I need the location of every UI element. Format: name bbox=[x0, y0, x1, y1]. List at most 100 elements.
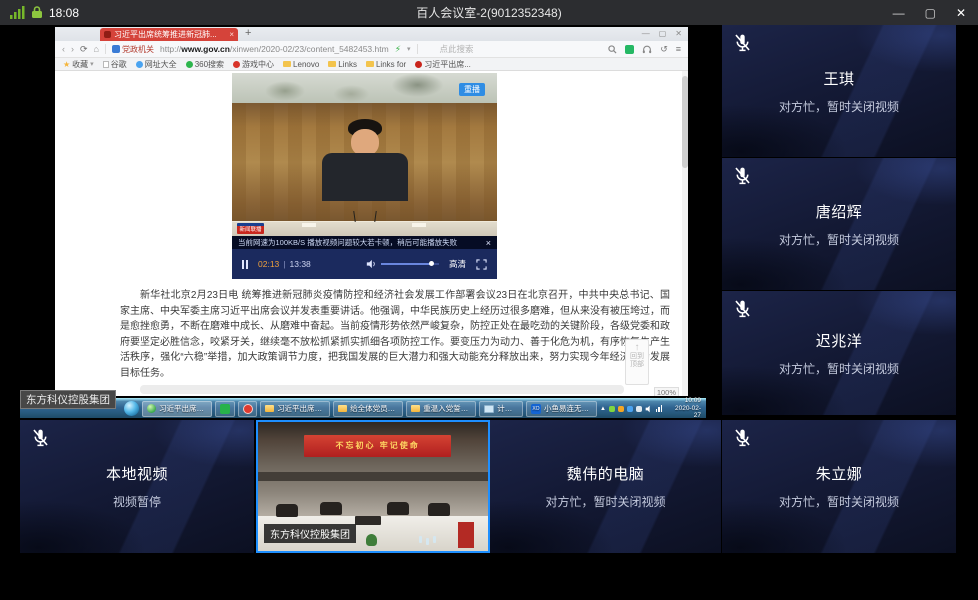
folder-icon bbox=[265, 405, 274, 412]
url-field[interactable]: http://www.gov.cn/xinwen/2020-02/23/cont… bbox=[160, 44, 389, 54]
zoom-indicator: 100% bbox=[654, 387, 679, 396]
tab-close-icon[interactable]: × bbox=[229, 30, 234, 39]
meeting-window: 18:08 百人会议室-2(9012352348) — ▢ ✕ 习近平出席统筹推… bbox=[0, 0, 978, 600]
back-icon[interactable]: ‹ bbox=[62, 44, 65, 54]
playback-time: 02:13 | 13:38 bbox=[258, 259, 311, 269]
browser-close-button[interactable]: ✕ bbox=[675, 27, 682, 40]
quality-button[interactable]: 高清 bbox=[449, 258, 466, 270]
taskbar-xylink-button[interactable]: XO 小鱼易连无线... bbox=[526, 401, 597, 417]
participant-name: 王琪 bbox=[823, 68, 854, 89]
tray-icon[interactable] bbox=[636, 406, 642, 412]
folder-icon bbox=[338, 405, 347, 412]
bookmark-item[interactable]: 网址大全 bbox=[136, 59, 177, 70]
mic-muted-icon bbox=[732, 427, 753, 448]
site-verification-badge: 党政机关 bbox=[112, 44, 154, 55]
participant-tile[interactable]: 唐绍辉 对方忙，暂时关闭视频 bbox=[722, 158, 956, 290]
screen-share-stage[interactable]: 习近平出席统筹推进新冠肺... × + — ▢ ✕ ‹ › ⟳ ⌂ 党政机关 bbox=[20, 25, 706, 418]
bookmark-favorites[interactable]: ★收藏▾ bbox=[63, 59, 94, 70]
extension-icon[interactable] bbox=[625, 45, 634, 54]
search-icon[interactable] bbox=[608, 45, 617, 54]
back-to-top-button[interactable]: ↑ 回到顶部 bbox=[625, 339, 649, 385]
participant-name: 朱立娜 bbox=[816, 463, 863, 484]
bookmark-folder[interactable]: Links for bbox=[366, 60, 406, 69]
search-input[interactable]: 点此搜索 bbox=[440, 43, 474, 55]
local-video-tile[interactable]: 本地视频 视频暂停 bbox=[20, 420, 254, 553]
titlebar: 18:08 百人会议室-2(9012352348) — ▢ ✕ bbox=[0, 0, 978, 25]
participant-tile[interactable]: 迟兆洋 对方忙，暂时关闭视频 bbox=[722, 291, 956, 415]
minimize-button[interactable]: — bbox=[893, 6, 905, 20]
participant-tile[interactable]: 王琪 对方忙，暂时关闭视频 bbox=[722, 25, 956, 157]
bookmark-item[interactable]: 谷歌 bbox=[103, 59, 127, 70]
undo-icon[interactable]: ↺ bbox=[660, 44, 668, 55]
start-button[interactable] bbox=[124, 401, 139, 416]
participant-name: 本地视频 bbox=[106, 463, 168, 484]
mic-muted-icon bbox=[30, 427, 51, 448]
chevron-down-icon[interactable]: ▾ bbox=[407, 45, 411, 53]
tray-network-icon[interactable] bbox=[656, 405, 663, 412]
pause-button[interactable] bbox=[242, 260, 248, 269]
participant-status: 对方忙，暂时关闭视频 bbox=[779, 98, 899, 115]
close-button[interactable]: ✕ bbox=[956, 6, 966, 20]
page-divider-bar bbox=[140, 385, 624, 394]
taskbar-app-button[interactable] bbox=[238, 401, 258, 417]
participant-tile[interactable]: 朱立娜 对方忙，暂时关闭视频 bbox=[722, 420, 956, 553]
forward-icon[interactable]: › bbox=[71, 44, 74, 54]
game-center-icon bbox=[233, 61, 240, 68]
computer-icon bbox=[484, 405, 494, 413]
tray-icon[interactable] bbox=[609, 406, 615, 412]
participant-status: 视频暂停 bbox=[113, 493, 161, 510]
bookmarks-bar: ★收藏▾ 谷歌 网址大全 360搜索 游戏中心 Lenovo Links Lin… bbox=[55, 58, 688, 71]
active-video-tile[interactable]: 不忘初心 牢记使命 东方科仪控股集团 bbox=[256, 420, 490, 553]
bookmark-folder[interactable]: Lenovo bbox=[283, 60, 319, 69]
video-player[interactable]: 重播 新闻联播 当前网速为100KB/S 播放视频问题较大若卡顿，稍后可能播放失… bbox=[232, 73, 497, 279]
scrollbar-thumb[interactable] bbox=[682, 76, 688, 168]
page-scrollbar[interactable] bbox=[682, 71, 688, 396]
bookmark-item[interactable]: 360搜索 bbox=[186, 59, 224, 70]
browser-app-icon bbox=[147, 404, 156, 413]
lock-icon bbox=[31, 6, 43, 19]
bookmark-item[interactable]: 习近平出席... bbox=[415, 59, 471, 70]
browser-address-bar: ‹ › ⟳ ⌂ 党政机关 http://www.gov.cn/xinwen/20… bbox=[55, 41, 688, 58]
new-tab-button[interactable]: + bbox=[245, 27, 251, 40]
bookmark-item[interactable]: 游戏中心 bbox=[233, 59, 274, 70]
home-icon[interactable]: ⌂ bbox=[94, 44, 99, 54]
bookmark-folder[interactable]: Links bbox=[328, 60, 357, 69]
taskbar-folder-button[interactable]: 给全体党员书... bbox=[333, 401, 403, 417]
video-frame-top bbox=[232, 73, 497, 103]
signal-strength-icon bbox=[10, 6, 25, 19]
fullscreen-icon[interactable] bbox=[476, 259, 487, 270]
participant-name: 魏伟的电脑 bbox=[567, 463, 645, 484]
taskbar-computer-button[interactable]: 计算机 bbox=[479, 401, 523, 417]
star-icon: ★ bbox=[63, 60, 70, 69]
taskbar-folder-button[interactable]: 重温入党誓词... bbox=[406, 401, 476, 417]
participant-tile[interactable]: 魏伟的电脑 对方忙，暂时关闭视频 bbox=[490, 420, 721, 553]
browser-tab[interactable]: 习近平出席统筹推进新冠肺... × bbox=[100, 28, 238, 41]
headset-icon[interactable] bbox=[642, 45, 652, 54]
tray-icon[interactable] bbox=[627, 406, 633, 412]
tray-icon[interactable] bbox=[618, 406, 624, 412]
participant-status: 对方忙，暂时关闭视频 bbox=[545, 493, 665, 510]
volume-icon[interactable] bbox=[366, 259, 376, 269]
participant-status: 对方忙，暂时关闭视频 bbox=[779, 493, 899, 510]
toast-close-icon[interactable]: × bbox=[486, 238, 491, 248]
browser-minimize-button[interactable]: — bbox=[642, 27, 650, 40]
taskbar-clock[interactable]: 10:09 2020-02-27 bbox=[669, 397, 701, 420]
tray-volume-icon[interactable] bbox=[645, 405, 653, 413]
tray-expand-icon[interactable]: ▲ bbox=[600, 406, 606, 412]
speed-mode-icon[interactable]: ⚡ bbox=[395, 44, 401, 55]
maximize-button[interactable]: ▢ bbox=[925, 6, 936, 20]
taskbar-browser-button[interactable]: 习近平出席统... bbox=[142, 401, 212, 417]
mic-muted-icon bbox=[732, 165, 753, 186]
participant-name: 迟兆洋 bbox=[816, 330, 863, 351]
folder-icon bbox=[283, 61, 291, 67]
article-text: 新华社北京2月23日电 统筹推进新冠肺炎疫情防控和经济社会发展工作部署会议23日… bbox=[120, 288, 670, 382]
taskbar-folder-button[interactable]: 习近平出席统... bbox=[260, 401, 330, 417]
menu-icon[interactable]: ≡ bbox=[676, 44, 681, 54]
volume-slider[interactable] bbox=[381, 263, 439, 265]
refresh-icon[interactable]: ⟳ bbox=[80, 44, 88, 55]
folder-icon bbox=[328, 61, 336, 67]
system-tray: ▲ bbox=[600, 405, 662, 413]
taskbar-app-button[interactable] bbox=[215, 401, 235, 417]
browser-restore-button[interactable]: ▢ bbox=[659, 27, 667, 40]
tab-favicon bbox=[104, 31, 111, 38]
